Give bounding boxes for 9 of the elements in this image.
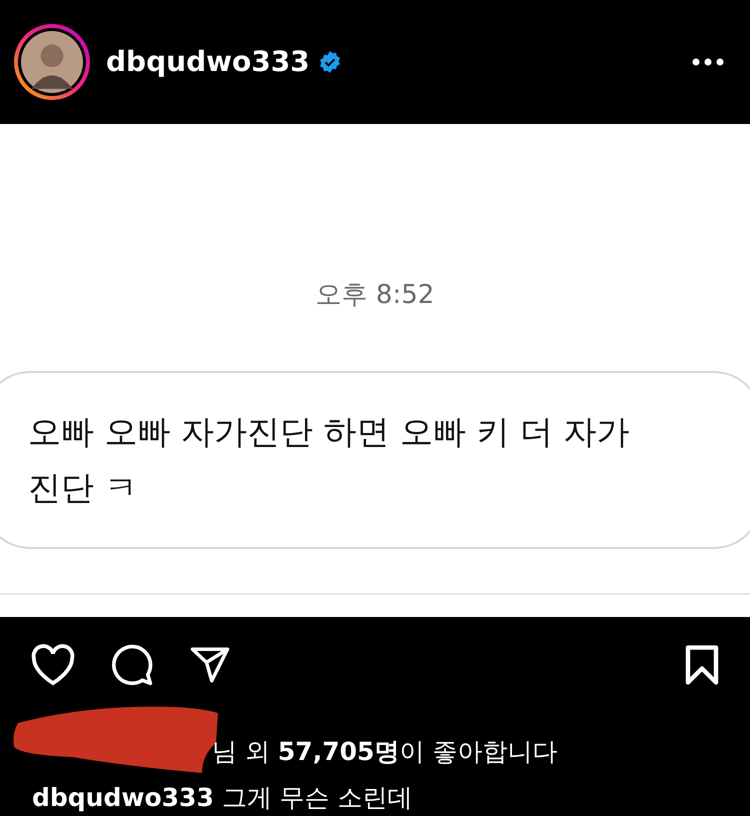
- username[interactable]: dbqudwo333: [106, 40, 310, 83]
- caption: dbqudwo333 그게 무슨 소린데: [32, 782, 413, 812]
- message-time: 오후 8:52: [316, 278, 434, 312]
- comment-icon[interactable]: [110, 642, 154, 686]
- message-text: 오빠 오빠 자가진단 하면 오빠 키 더 자가 진단 ㅋ: [28, 410, 630, 509]
- likes-count[interactable]: 님 외 57,705명이 좋아합니다: [212, 732, 558, 770]
- heart-icon[interactable]: [30, 644, 76, 686]
- more-options-icon[interactable]: [692, 58, 724, 66]
- bookmark-icon[interactable]: [684, 644, 720, 686]
